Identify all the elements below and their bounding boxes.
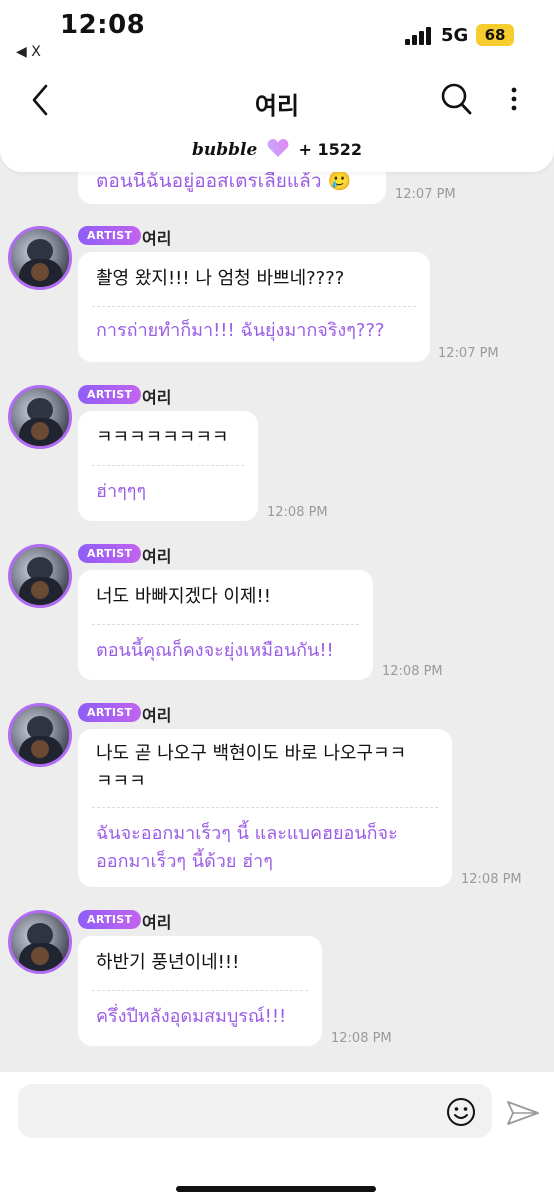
divider — [92, 306, 416, 307]
message-time: 12:08 PM — [267, 505, 328, 520]
search-icon[interactable] — [440, 82, 472, 116]
message-bubble[interactable]: 나도 곧 나오구 백현이도 바로 나오구ㅋㅋ ㅋㅋㅋ ฉันจะออกมาเร็… — [78, 729, 452, 887]
heart-icon — [267, 139, 289, 157]
avatar[interactable] — [8, 544, 72, 608]
avatar[interactable] — [8, 703, 72, 767]
artist-badge: ARTIST — [78, 544, 142, 563]
sender-name: 여리 — [142, 547, 172, 566]
subscriber-count: + 1522 — [298, 140, 362, 159]
sender-name: 여리 — [142, 706, 172, 725]
original-text: 하반기 풍년이네!!! — [96, 952, 240, 973]
send-icon[interactable] — [506, 1098, 540, 1128]
message-input-area — [0, 1072, 554, 1200]
sender-name: 여리 — [142, 229, 172, 248]
message-time: 12:08 PM — [382, 664, 443, 679]
original-text: 너도 바빠지겠다 이제!! — [96, 586, 271, 607]
artist-badge: ARTIST — [78, 226, 142, 245]
original-text: ㅋㅋㅋㅋㅋㅋㅋㅋ — [96, 427, 229, 448]
original-text-line-1: 나도 곧 나오구 백현이도 바로 나오구ㅋㅋ — [96, 743, 407, 764]
translated-text-line-2: ออกมาเร็วๆ นี้ด้วย ฮ่าๆ — [96, 851, 273, 872]
home-indicator[interactable] — [176, 1186, 376, 1192]
divider — [92, 990, 308, 991]
sender-name: 여리 — [142, 388, 172, 407]
bubble-logo: bubble — [192, 140, 258, 160]
signal-icon — [405, 27, 435, 45]
battery-icon: 68 — [476, 24, 514, 46]
translated-text: ตอนนี้คุณก็คงจะยุ่งเหมือนกัน!! — [96, 640, 334, 661]
message-bubble[interactable]: 하반기 풍년이네!!! ครึ่งปีหลังอุดมสมบูรณ์!!! — [78, 936, 322, 1046]
avatar[interactable] — [8, 385, 72, 449]
translated-text: ฮ่าๆๆๆ — [96, 481, 147, 502]
original-text-line-2: ㅋㅋㅋ — [96, 771, 146, 792]
more-vertical-icon[interactable] — [506, 86, 522, 112]
translated-text-line-1: ฉันจะออกมาเร็วๆ นี้ และแบคฮยอนก็จะ — [96, 823, 398, 844]
original-text: 촬영 왔지!!! 나 엄청 바쁘네???? — [96, 268, 345, 289]
message-bubble[interactable]: 너도 바빠지겠다 이제!! ตอนนี้คุณก็คงจะยุ่งเหมือนก… — [78, 570, 373, 680]
back-to-app-link[interactable]: ◀ X — [16, 44, 41, 60]
message-bubble[interactable]: ㅋㅋㅋㅋㅋㅋㅋㅋ ฮ่าๆๆๆ — [78, 411, 258, 521]
translated-text: ครึ่งปีหลังอุดมสมบูรณ์!!! — [96, 1006, 287, 1027]
message-time: 12:07 PM — [438, 346, 499, 361]
artist-badge: ARTIST — [78, 385, 142, 404]
status-bar: 12:08 ◀ X 5G 68 — [0, 0, 554, 66]
message-time: 12:07 PM — [395, 187, 456, 202]
message-time: 12:08 PM — [461, 872, 522, 887]
artist-badge: ARTIST — [78, 910, 142, 929]
message-bubble[interactable]: 촬영 왔지!!! 나 엄청 바쁘네???? การถ่ายทำก็มา!!! ฉ… — [78, 252, 430, 362]
avatar[interactable] — [8, 910, 72, 974]
divider — [92, 807, 438, 808]
sender-name: 여리 — [142, 913, 172, 932]
message-time: 12:08 PM — [331, 1031, 392, 1046]
divider — [92, 624, 359, 625]
translated-text: การถ่ายทำก็มา!!! ฉันยุ่งมากจริงๆ??? — [96, 320, 385, 341]
avatar[interactable] — [8, 226, 72, 290]
chat-header: 여리 bubble + 1522 — [0, 66, 554, 172]
subscriber-info: bubble + 1522 — [0, 138, 554, 160]
emoji-icon[interactable] — [446, 1097, 476, 1127]
artist-badge: ARTIST — [78, 703, 142, 722]
message-input[interactable] — [18, 1084, 492, 1138]
status-time: 12:08 — [60, 10, 146, 40]
divider — [92, 465, 244, 466]
network-type: 5G — [441, 25, 469, 46]
